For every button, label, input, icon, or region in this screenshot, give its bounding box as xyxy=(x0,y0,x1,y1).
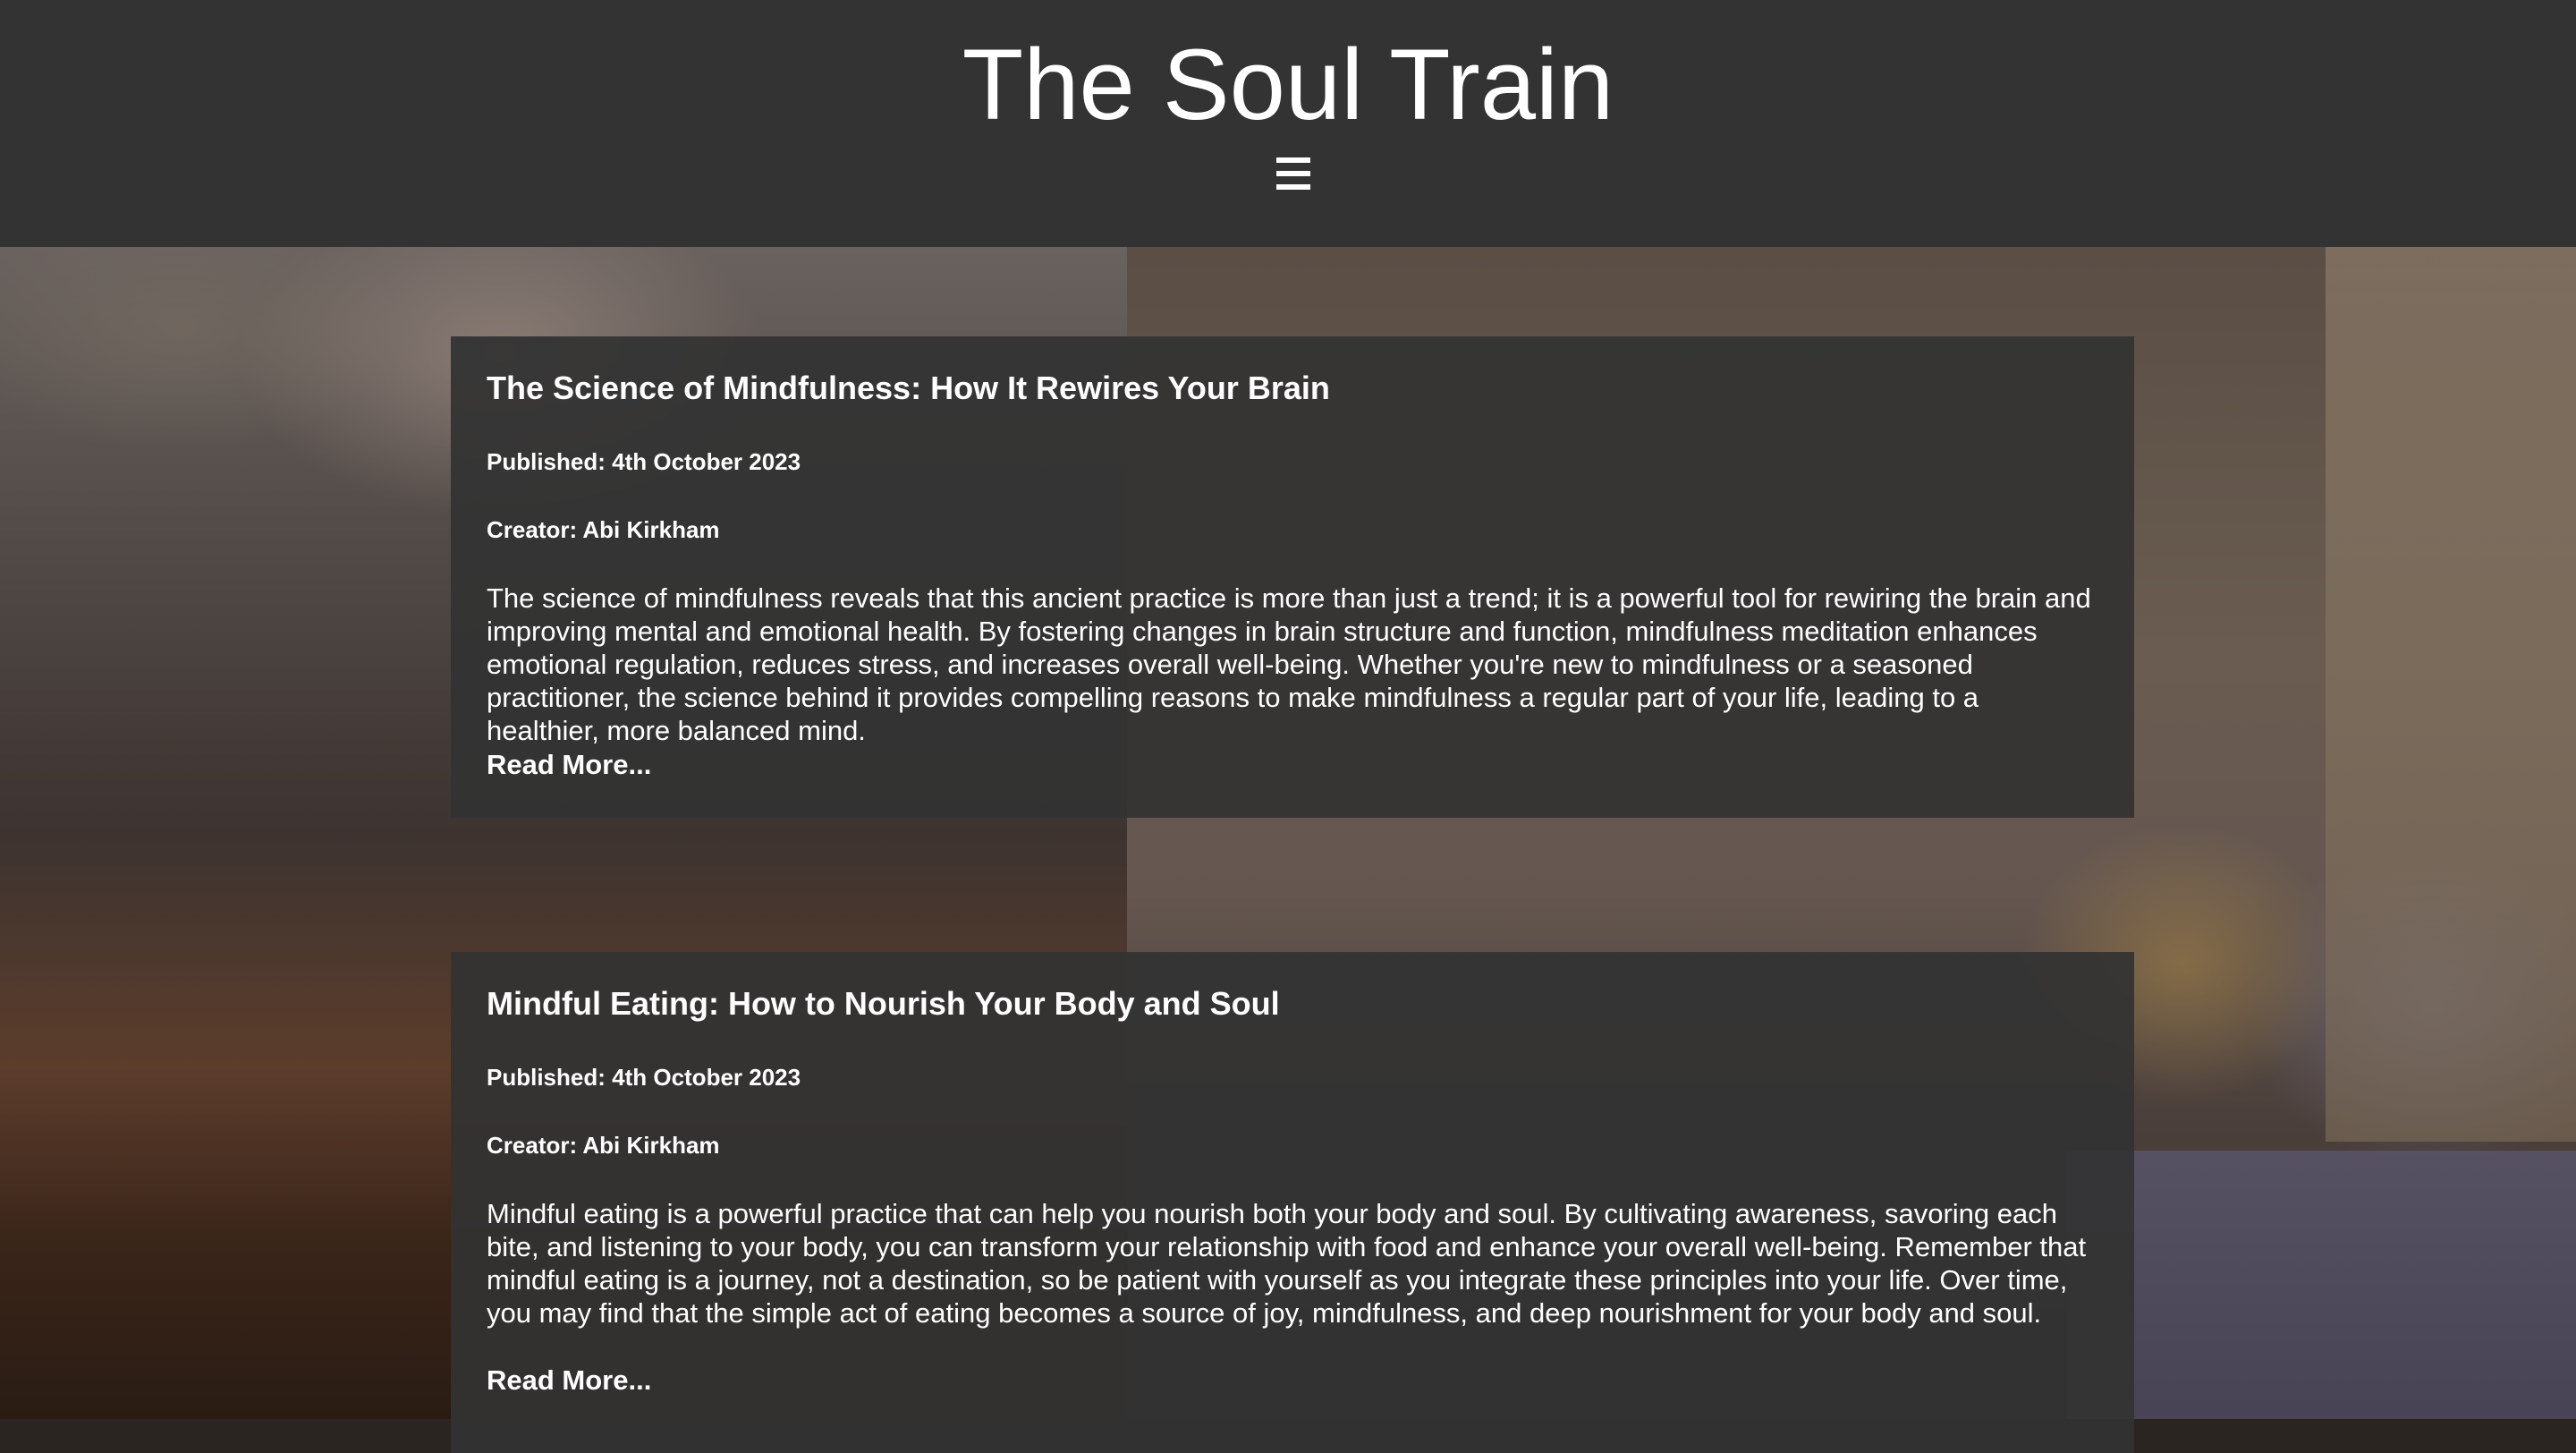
blog-post-card: The Science of Mindfulness: How It Rewir… xyxy=(451,336,2134,818)
post-creator: Creator: Abi Kirkham xyxy=(487,1132,720,1159)
post-creator: Creator: Abi Kirkham xyxy=(487,516,720,543)
site-header: The Soul Train xyxy=(0,0,2576,247)
read-more-link[interactable]: Read More... xyxy=(487,748,651,781)
read-more-link[interactable]: Read More... xyxy=(487,1364,651,1397)
blog-post-card: Mindful Eating: How to Nourish Your Body… xyxy=(451,952,2134,1453)
background-wall xyxy=(2326,247,2576,1142)
post-published-date: Published: 4th October 2023 xyxy=(487,1064,801,1091)
post-published-date: Published: 4th October 2023 xyxy=(487,448,801,475)
post-title: The Science of Mindfulness: How It Rewir… xyxy=(487,370,1330,406)
post-excerpt: Mindful eating is a powerful practice th… xyxy=(487,1198,2087,1329)
site-title: The Soul Train xyxy=(962,29,1614,140)
post-excerpt: The science of mindfulness reveals that … xyxy=(487,582,2091,746)
hamburger-menu-icon[interactable] xyxy=(1276,157,1310,190)
post-title: Mindful Eating: How to Nourish Your Body… xyxy=(487,985,1280,1022)
background-shelf xyxy=(2066,1151,2576,1419)
